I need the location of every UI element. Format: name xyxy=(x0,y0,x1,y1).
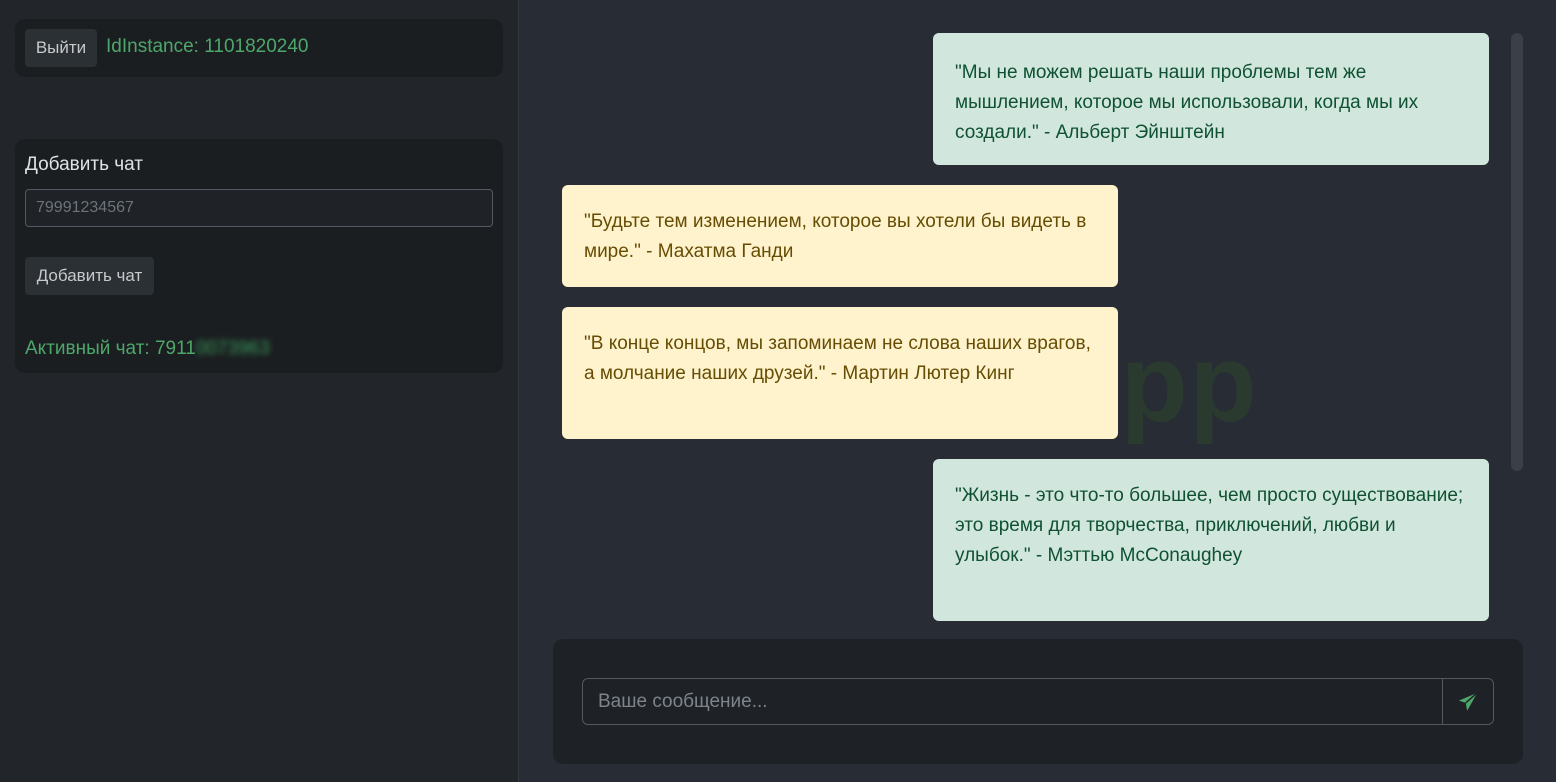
active-chat-text: Активный чат: 7911 xyxy=(25,338,196,359)
account-panel: Выйти IdInstance: 1101820240 xyxy=(15,19,503,77)
message-incoming: "В конце концов, мы запоминаем не слова … xyxy=(562,307,1118,439)
sidebar: Выйти IdInstance: 1101820240 Добавить ча… xyxy=(0,0,519,782)
message-incoming: "Будьте тем изменением, которое вы хотел… xyxy=(562,185,1118,287)
instance-id-label: IdInstance: 1101820240 xyxy=(106,36,309,57)
message-outgoing: "Жизнь - это что-то большее, чем просто … xyxy=(933,459,1489,621)
logout-button[interactable]: Выйти xyxy=(25,29,97,67)
chat-area: App "Мы не можем решать наши проблемы те… xyxy=(519,0,1556,782)
active-chat-label: Активный чат: 79110073963 xyxy=(25,338,270,360)
message-composer xyxy=(553,639,1523,764)
add-chat-panel: Добавить чат Добавить чат Активный чат: … xyxy=(15,139,503,373)
messages-scrollbar[interactable] xyxy=(1511,33,1523,471)
phone-number-input[interactable] xyxy=(25,189,493,227)
app-root: Выйти IdInstance: 1101820240 Добавить ча… xyxy=(0,0,1556,782)
active-chat-number-blurred: 0073963 xyxy=(195,338,270,359)
add-chat-button[interactable]: Добавить чат xyxy=(25,257,154,295)
message-input[interactable] xyxy=(582,678,1443,725)
send-icon xyxy=(1458,691,1478,711)
add-chat-title: Добавить чат xyxy=(25,154,143,175)
send-button[interactable] xyxy=(1442,678,1494,725)
message-outgoing: "Мы не можем решать наши проблемы тем же… xyxy=(933,33,1489,165)
